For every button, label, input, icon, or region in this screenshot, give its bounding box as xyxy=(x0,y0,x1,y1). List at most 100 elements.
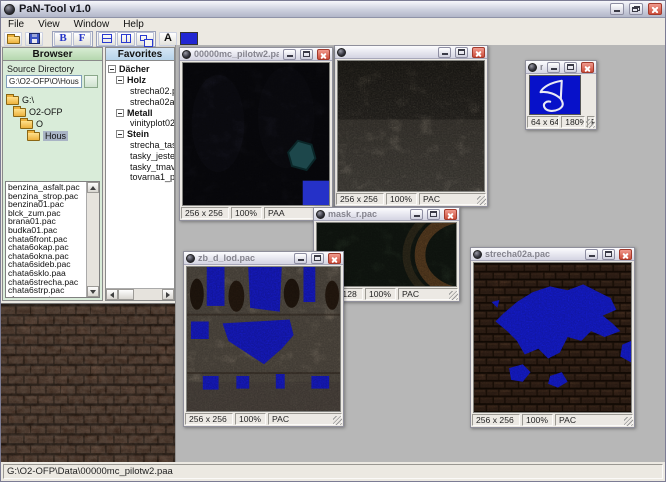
close-button[interactable] xyxy=(328,253,341,264)
resize-grip[interactable] xyxy=(449,291,458,300)
close-button[interactable] xyxy=(472,47,485,58)
favorites-label: Dächer xyxy=(119,64,150,74)
maximize-button[interactable] xyxy=(427,209,440,220)
browser-panel-header: Browser xyxy=(3,48,102,61)
window-arrange-group xyxy=(96,31,156,47)
close-button[interactable] xyxy=(317,49,330,60)
minimize-button[interactable] xyxy=(283,49,296,60)
menu-file[interactable]: File xyxy=(1,19,31,30)
scroll-left-button[interactable] xyxy=(106,289,118,300)
window-titlebar[interactable]: zb_d_lod.pac xyxy=(184,252,343,265)
window-titlebar[interactable] xyxy=(335,46,487,59)
scroll-down-button[interactable] xyxy=(87,286,99,297)
browse-button[interactable] xyxy=(84,75,98,88)
maximize-button[interactable] xyxy=(455,47,468,58)
favorites-toggle-button[interactable]: F xyxy=(73,32,91,46)
status-path: G:\O2-OFP\Data\00000mc_pilotw2.paa xyxy=(3,464,663,479)
folder-item[interactable]: O2-OFP xyxy=(3,106,102,118)
window-titlebar[interactable]: m... xyxy=(526,61,596,74)
close-button[interactable] xyxy=(444,209,457,220)
scrollbar-thumb[interactable] xyxy=(118,289,134,300)
favorites-panel: Favorites Dächer Holz strecha02.p strech… xyxy=(105,47,175,301)
collapse-icon[interactable] xyxy=(116,109,124,117)
menubar: File View Window Help xyxy=(1,18,665,31)
favorites-item[interactable]: strecha_tas xyxy=(130,140,174,151)
restore-button[interactable] xyxy=(629,3,643,15)
resize-grip[interactable] xyxy=(477,196,486,205)
scroll-up-button[interactable] xyxy=(87,182,99,193)
app-window: PaN-Tool v1.0 File View Window Help B F … xyxy=(0,0,666,482)
tile-vertical-button[interactable] xyxy=(117,32,135,46)
close-button[interactable] xyxy=(648,3,662,15)
menu-window[interactable]: Window xyxy=(67,19,117,30)
scroll-right-button[interactable] xyxy=(162,289,174,300)
favorites-item[interactable]: strecha02a. xyxy=(130,96,174,107)
minimize-button[interactable] xyxy=(547,62,560,73)
close-button[interactable] xyxy=(581,62,594,73)
favorites-item[interactable]: tasky_tmavs xyxy=(130,161,174,172)
folder-label: Hous xyxy=(43,131,68,141)
favorites-item[interactable]: Metall xyxy=(116,107,174,118)
window-titlebar[interactable]: 00000mc_pilotw2.paa xyxy=(180,48,332,61)
folder-item[interactable]: O xyxy=(3,118,102,130)
folder-item[interactable]: G:\ xyxy=(3,94,102,106)
favorites-item[interactable]: tasky_jeste_ xyxy=(130,150,174,161)
open-button[interactable] xyxy=(4,32,22,46)
alpha-label: A xyxy=(164,33,172,44)
minimize-button[interactable] xyxy=(410,209,423,220)
maximize-button[interactable] xyxy=(311,253,324,264)
maximize-button[interactable] xyxy=(564,62,577,73)
directory-tree: G:\ O2-OFP O Hous xyxy=(3,94,102,142)
maximize-button[interactable] xyxy=(602,249,615,260)
folder-label: G:\ xyxy=(22,95,34,105)
menu-help[interactable]: Help xyxy=(116,19,151,30)
collapse-icon[interactable] xyxy=(116,130,124,138)
resize-grip[interactable] xyxy=(624,417,633,426)
favorites-label: strecha_tas xyxy=(130,140,174,150)
alpha-button[interactable]: A xyxy=(159,32,177,46)
window-titlebar[interactable]: mask_r.pac xyxy=(314,208,459,221)
source-directory-input[interactable] xyxy=(6,75,82,88)
favorites-item[interactable]: vinityplot02.p xyxy=(130,118,174,129)
image-size: 256 x 256 xyxy=(472,414,520,426)
favorites-item[interactable]: Holz xyxy=(116,75,174,86)
maximize-button[interactable] xyxy=(300,49,313,60)
minimize-button[interactable] xyxy=(294,253,307,264)
image-format: PAC xyxy=(268,413,342,425)
tile-horizontal-button[interactable] xyxy=(98,32,116,46)
folder-item-selected[interactable]: Hous xyxy=(3,130,102,142)
menu-view[interactable]: View xyxy=(31,19,67,30)
window-titlebar[interactable]: strecha02a.pac xyxy=(471,248,634,261)
mdi-area: 256 x 256 100% PAC 00000mc_pilotw2.paa xyxy=(175,45,666,464)
texture-canvas xyxy=(528,75,594,115)
window-title: zb_d_lod.pac xyxy=(198,253,290,263)
file-list-scrollbar[interactable] xyxy=(86,182,99,297)
image-format: PAC xyxy=(555,414,633,426)
favorites-item[interactable]: Stein xyxy=(116,129,174,140)
resize-grip[interactable] xyxy=(586,119,595,128)
minimize-button[interactable] xyxy=(438,47,451,58)
texture-window-roof: strecha02a.pac xyxy=(470,247,635,428)
browser-toggle-button[interactable]: B xyxy=(54,32,72,46)
scrollbar-track[interactable] xyxy=(134,289,162,300)
collapse-icon[interactable] xyxy=(108,65,116,73)
favorites-item[interactable]: strecha02.p xyxy=(130,86,174,97)
arrow-up-icon xyxy=(90,186,96,190)
collapse-icon[interactable] xyxy=(116,76,124,84)
minimize-button[interactable] xyxy=(585,249,598,260)
cascade-button[interactable] xyxy=(136,32,154,46)
window-statusbar: 256 x 256 100% PAA xyxy=(180,207,332,220)
background-color-swatch[interactable] xyxy=(180,32,198,45)
favorites-item[interactable]: Dächer xyxy=(108,64,174,75)
favorites-item[interactable]: tovarna1_pc xyxy=(130,172,174,183)
zoom-level: 100% xyxy=(235,413,266,425)
resize-grip[interactable] xyxy=(333,416,342,425)
minimize-button[interactable] xyxy=(610,3,624,15)
arrow-down-icon xyxy=(90,290,96,294)
titlebar[interactable]: PaN-Tool v1.0 xyxy=(1,1,665,18)
scrollbar-track[interactable] xyxy=(87,193,99,286)
file-item[interactable]: clear_empty.paa xyxy=(8,295,86,297)
favorites-hscrollbar[interactable] xyxy=(106,288,174,300)
save-button[interactable] xyxy=(25,32,43,46)
close-button[interactable] xyxy=(619,249,632,260)
